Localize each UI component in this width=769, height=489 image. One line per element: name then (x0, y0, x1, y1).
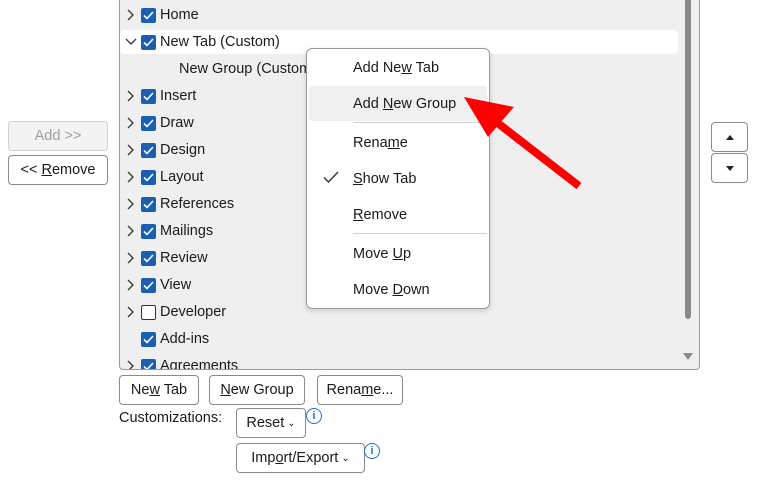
info-icon[interactable]: i (306, 408, 322, 424)
reset-label: Reset (246, 415, 285, 431)
reset-dropdown[interactable]: Reset ⌄ (236, 408, 306, 438)
rename-button[interactable]: Rename... (317, 375, 403, 405)
import-export-dropdown[interactable]: Import/Export ⌄ (236, 443, 365, 473)
import-export-label: Import/Export (251, 450, 339, 466)
new-group-button[interactable]: New Group (209, 375, 305, 405)
chevron-down-icon: ⌄ (341, 452, 350, 464)
customizations-label: Customizations: (119, 410, 223, 426)
new-tab-button[interactable]: New Tab (119, 375, 199, 405)
new-group-label: New Group (220, 382, 294, 398)
red-arrow-annotation (464, 97, 582, 190)
chevron-down-icon: ⌄ (287, 417, 296, 429)
info-icon[interactable]: i (364, 443, 380, 459)
new-tab-label: New Tab (130, 382, 188, 398)
rename-label: Rename... (326, 382, 394, 398)
